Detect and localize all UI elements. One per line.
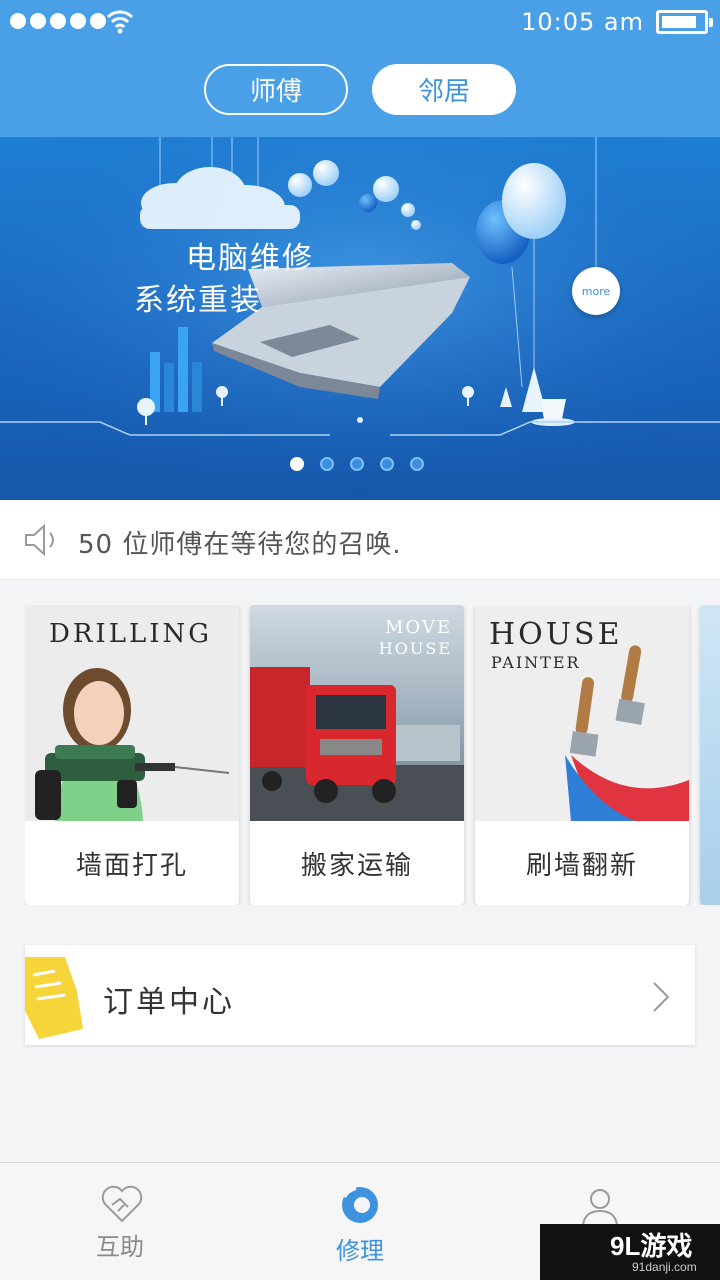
notice-bar: 50 位师傅在等待您的召唤.: [0, 500, 720, 580]
card-label: 搬家运输: [300, 850, 413, 881]
tab-mutual-help[interactable]: 互助: [0, 1163, 240, 1280]
carousel-dot[interactable]: [290, 457, 304, 471]
battery-icon: [656, 10, 713, 34]
tab-label: 修理: [336, 1237, 384, 1265]
carousel-indicator[interactable]: [290, 457, 424, 471]
paintbrush-image: HOUSE PAINTER: [475, 605, 689, 821]
service-card-painting[interactable]: HOUSE PAINTER 刷墙翻新: [475, 605, 689, 905]
promo-banner[interactable]: 电脑维修 系统重装 more: [0, 137, 720, 500]
status-time: 10:05 am: [521, 8, 644, 36]
banner-more-button[interactable]: more: [572, 267, 620, 315]
card-title-line2: HOUSE: [378, 639, 452, 658]
user-icon: [582, 1189, 618, 1226]
handshake-heart-icon: [101, 1185, 143, 1223]
card-title-line1: MOVE: [384, 617, 452, 638]
chevron-right-icon: [653, 982, 670, 1012]
watermark-site: 91danji.com: [632, 1260, 697, 1274]
status-bar: 10:05 am: [0, 0, 720, 44]
notice-text: 50 位师傅在等待您的召唤.: [78, 530, 402, 560]
banner-headline-2: 系统重装: [134, 283, 262, 318]
segment-master[interactable]: 师傅: [204, 64, 348, 115]
moving-truck-image: MOVE HOUSE: [250, 605, 464, 821]
carousel-dot[interactable]: [350, 457, 364, 471]
service-cards: DRILLING 墙面打孔 MOVE HOUSE 搬家运输 HOUSE PAIN…: [25, 605, 720, 905]
service-card-drilling[interactable]: DRILLING 墙面打孔: [25, 605, 239, 905]
service-card-partial[interactable]: [700, 605, 720, 905]
order-center-label: 订单中心: [103, 985, 235, 1020]
order-center-row[interactable]: 订单中心: [25, 945, 695, 1045]
card-label: 刷墙翻新: [525, 850, 638, 881]
carousel-dot[interactable]: [380, 457, 394, 471]
drilling-image: DRILLING: [25, 605, 239, 821]
watermark-brand: 9L游戏: [610, 1231, 693, 1261]
banner-illustration: [0, 137, 720, 500]
site-watermark: 9L游戏 91danji.com: [540, 1224, 720, 1280]
segment-neighbor[interactable]: 邻居: [372, 64, 516, 115]
card-label: 墙面打孔: [75, 850, 188, 881]
tab-label: 互助: [96, 1233, 144, 1261]
banner-headline-1: 电脑维修: [186, 241, 314, 276]
carousel-dot[interactable]: [320, 457, 334, 471]
service-card-moving[interactable]: MOVE HOUSE 搬家运输: [250, 605, 464, 905]
carousel-dot[interactable]: [410, 457, 424, 471]
signal-strength-icon: [10, 13, 106, 29]
order-list-icon: [25, 957, 83, 1039]
app-header: 10:05 am 师傅 邻居: [0, 0, 720, 137]
speaker-icon: [25, 523, 54, 557]
wifi-icon: [106, 10, 134, 34]
repair-icon: [342, 1186, 378, 1223]
tab-repair[interactable]: 修理: [240, 1163, 480, 1280]
